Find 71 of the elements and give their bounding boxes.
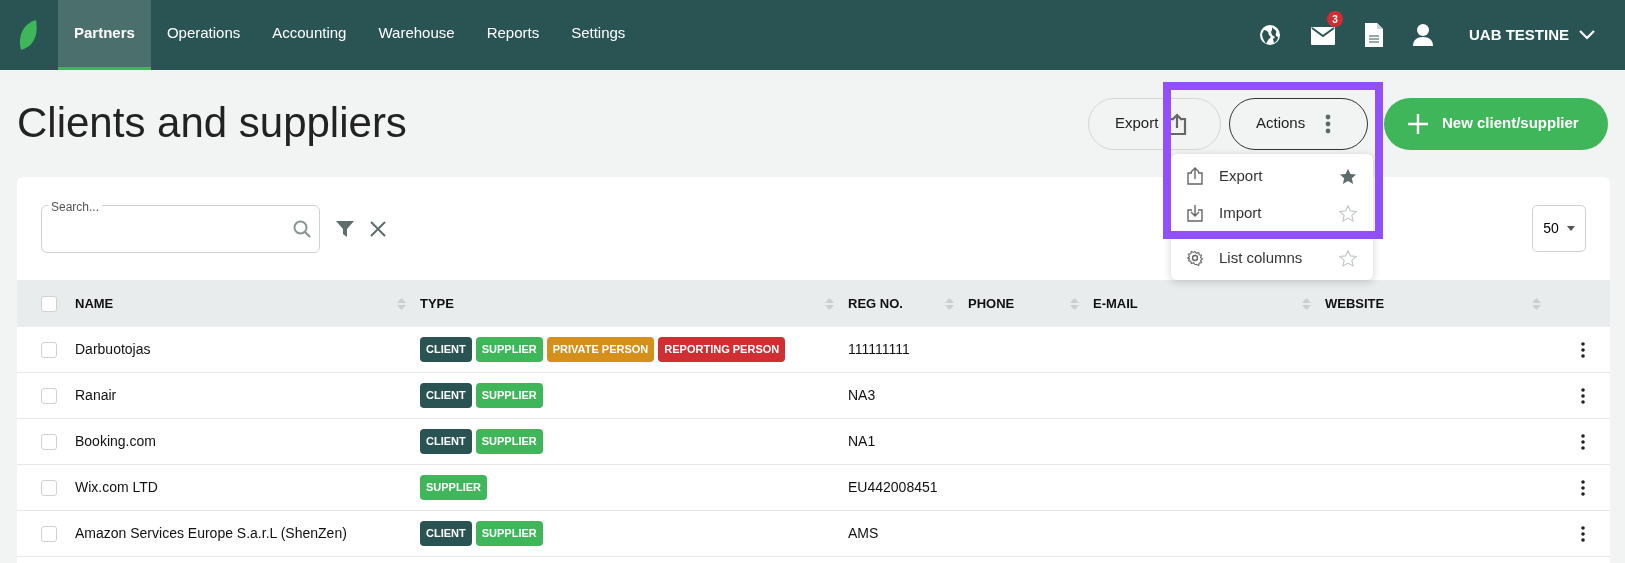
row-checkbox[interactable] [41, 433, 57, 450]
download-icon [1187, 204, 1203, 222]
search-icon[interactable] [293, 219, 311, 238]
table-cell: Ranair [75, 387, 117, 403]
nav-tab[interactable]: Accounting [256, 0, 363, 70]
close-icon[interactable] [370, 220, 386, 237]
row-checkbox[interactable] [41, 479, 57, 496]
column-header[interactable]: E-MAIL [1093, 293, 1138, 314]
nav-tab[interactable]: Warehouse [362, 0, 471, 70]
plus-icon [1408, 113, 1428, 134]
nav-tab[interactable]: Settings [555, 0, 642, 70]
globe-icon[interactable] [1259, 24, 1281, 46]
kebab-icon [1580, 434, 1585, 451]
dropdown-item[interactable]: List columns [1171, 240, 1373, 276]
table-cell: Darbuotojas [75, 341, 151, 357]
user-icon[interactable] [1413, 24, 1433, 46]
nav-tab[interactable]: Reports [470, 0, 556, 70]
nav-tab[interactable]: Operations [150, 0, 257, 70]
dropdown-item[interactable]: Export [1171, 158, 1373, 194]
nav-tab[interactable]: Partners [58, 0, 151, 70]
share-icon [1187, 167, 1203, 185]
filter-icon[interactable] [336, 220, 354, 237]
type-tag: SUPPLIER [420, 475, 487, 500]
kebab-icon [1580, 388, 1585, 405]
logo-icon[interactable] [18, 19, 40, 51]
kebab-icon [1580, 342, 1585, 359]
column-header[interactable]: REG NO. [848, 293, 903, 314]
row-checkbox[interactable] [41, 341, 57, 358]
table-cell: AMS [848, 525, 879, 541]
export-button[interactable]: Export [1088, 97, 1221, 150]
table-cell: NA1 [848, 433, 876, 449]
type-tag: CLIENT [420, 429, 472, 454]
notification-count: 3 [1327, 11, 1343, 27]
document-icon[interactable] [1365, 23, 1383, 47]
type-tag: SUPPLIER [475, 429, 543, 454]
chevron-down-icon [1579, 30, 1595, 40]
actions-button[interactable]: Actions [1229, 97, 1368, 150]
kebab-icon [1580, 480, 1585, 497]
caret-icon [1566, 226, 1575, 231]
table-cell: Booking.com [75, 433, 156, 449]
row-checkbox[interactable] [41, 525, 57, 542]
select-all-checkbox[interactable] [41, 295, 57, 312]
kebab-icon [1325, 113, 1332, 134]
filled-star-icon[interactable] [1339, 167, 1357, 185]
type-tag: CLIENT [420, 383, 472, 408]
type-tag: SUPPLIER [475, 337, 543, 362]
kebab-icon [1580, 526, 1585, 543]
row-checkbox[interactable] [41, 387, 57, 404]
column-header[interactable]: WEBSITE [1325, 293, 1385, 314]
company-menu[interactable]: UAB TESTINE [1463, 22, 1601, 48]
column-header[interactable]: NAME [75, 293, 114, 314]
star-outline-icon[interactable] [1339, 204, 1357, 222]
table-cell: EU442008451 [848, 479, 938, 495]
dropdown-item[interactable]: Import [1171, 195, 1373, 231]
type-tag: SUPPLIER [475, 521, 543, 546]
page-title: Clients and suppliers [17, 98, 407, 149]
gear-icon [1187, 250, 1203, 266]
type-tag: SUPPLIER [475, 383, 543, 408]
envelope-icon[interactable] [1311, 26, 1335, 45]
type-tag: CLIENT [420, 521, 472, 546]
page-size-select[interactable]: 50 [1532, 205, 1586, 252]
star-outline-icon[interactable] [1339, 249, 1357, 267]
type-tag: REPORTING PERSON [658, 337, 786, 362]
column-header[interactable]: PHONE [968, 293, 1015, 314]
type-tag: CLIENT [420, 337, 472, 362]
table-cell: Wix.com LTD [75, 479, 158, 495]
column-header[interactable]: TYPE [420, 293, 454, 314]
table-cell: 111111111 [848, 341, 910, 357]
table-cell: NA3 [848, 387, 876, 403]
type-tag: PRIVATE PERSON [546, 337, 655, 362]
table-cell: Amazon Services Europe S.a.r.L (ShenZen) [75, 525, 347, 541]
